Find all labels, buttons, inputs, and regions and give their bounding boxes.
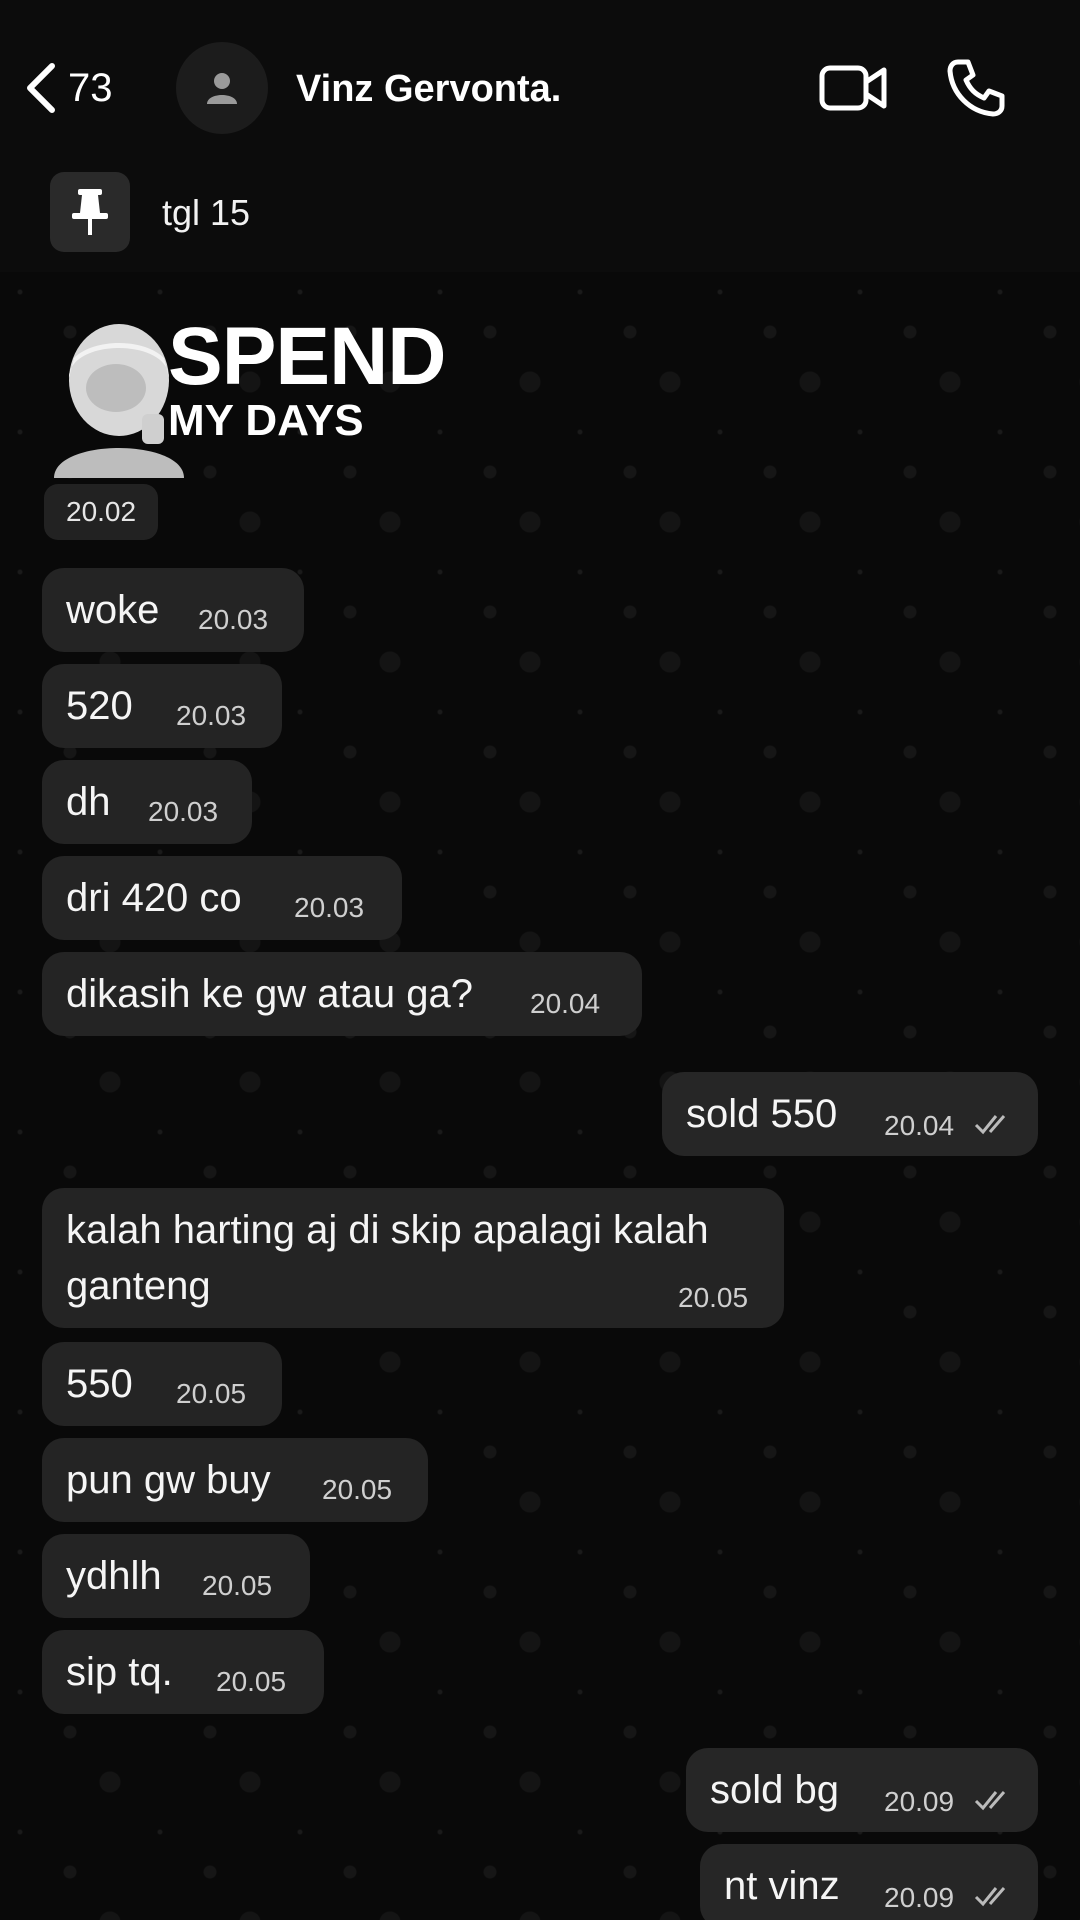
message-text: sold bg — [710, 1768, 839, 1812]
message-time: 20.04 — [530, 988, 601, 1019]
chat-screen: 73 Vinz Gervonta. tgl 15 SPEND MY DAYS 2… — [0, 0, 1080, 1920]
chevron-left-icon — [27, 63, 55, 113]
message-text-line2: ganteng — [66, 1264, 211, 1308]
outgoing-message[interactable]: sold bg 20.09 — [686, 1748, 1038, 1832]
message-time: 20.03 — [148, 796, 219, 827]
message-time: 20.05 — [176, 1378, 247, 1409]
message-list[interactable]: SPEND MY DAYS 20.02 woke 20.03 520 20.03… — [0, 272, 1080, 1920]
message-time: 20.05 — [216, 1666, 287, 1697]
message-text: 550 — [66, 1362, 133, 1406]
incoming-message[interactable]: dikasih ke gw atau ga? 20.04 — [42, 952, 642, 1036]
video-call-button[interactable] — [818, 58, 890, 118]
message-text: woke — [66, 588, 160, 632]
sticker-message[interactable]: SPEND MY DAYS — [44, 310, 484, 478]
voice-call-button[interactable] — [944, 56, 1008, 120]
contact-name[interactable]: Vinz Gervonta. — [296, 68, 561, 111]
sticker-text-line1: SPEND — [168, 311, 447, 402]
message-time: 20.03 — [294, 892, 365, 923]
video-camera-icon — [819, 65, 887, 111]
phone-icon — [947, 59, 1005, 117]
message-text: pun gw buy — [66, 1458, 271, 1502]
message-time: 20.05 — [678, 1282, 749, 1313]
pinned-message-text: tgl 15 — [162, 192, 251, 233]
message-text-line1: kalah harting aj di skip apalagi kalah — [66, 1208, 709, 1252]
incoming-message[interactable]: pun gw buy 20.05 — [42, 1438, 428, 1522]
avatar[interactable] — [176, 42, 268, 134]
incoming-message[interactable]: ydhlh 20.05 — [42, 1534, 310, 1618]
incoming-message[interactable]: 520 20.03 — [42, 664, 282, 748]
incoming-message[interactable]: woke 20.03 — [42, 568, 304, 652]
message-text: dikasih ke gw atau ga? — [66, 972, 473, 1016]
message-time: 20.09 — [884, 1882, 955, 1913]
incoming-message[interactable]: dh 20.03 — [42, 760, 252, 844]
message-time: 20.03 — [198, 604, 269, 635]
message-text: dri 420 co — [66, 876, 242, 920]
message-text: nt vinz — [724, 1864, 840, 1908]
message-text: sip tq. — [66, 1650, 173, 1694]
double-check-icon — [974, 1115, 1006, 1135]
pin-icon — [72, 189, 108, 235]
person-icon — [207, 73, 237, 104]
pin-badge — [50, 172, 130, 252]
unread-count: 73 — [68, 65, 113, 110]
outgoing-message[interactable]: sold 550 20.04 — [662, 1072, 1038, 1156]
double-check-icon — [974, 1791, 1006, 1811]
chat-header: 73 Vinz Gervonta. — [0, 0, 1080, 168]
double-check-icon — [974, 1887, 1006, 1907]
message-time: 20.05 — [202, 1570, 273, 1601]
incoming-message[interactable]: 550 20.05 — [42, 1342, 282, 1426]
message-text: 520 — [66, 684, 133, 728]
incoming-message[interactable]: sip tq. 20.05 — [42, 1630, 324, 1714]
message-time: 20.05 — [322, 1474, 393, 1505]
message-time: 20.09 — [884, 1786, 955, 1817]
incoming-message[interactable]: kalah harting aj di skip apalagi kalah g… — [42, 1188, 784, 1328]
incoming-message[interactable]: dri 420 co 20.03 — [42, 856, 402, 940]
message-text: dh — [66, 780, 111, 824]
message-time: 20.02 — [44, 484, 159, 540]
outgoing-message[interactable]: nt vinz 20.09 — [700, 1844, 1038, 1920]
pinned-message-bar[interactable]: tgl 15 — [0, 168, 1080, 273]
message-time: 20.03 — [176, 700, 247, 731]
back-button[interactable]: 73 — [22, 56, 113, 120]
message-text: sold 550 — [686, 1092, 838, 1136]
message-text: ydhlh — [66, 1554, 162, 1598]
sticker-text-line2: MY DAYS — [168, 396, 364, 445]
message-time: 20.04 — [884, 1110, 955, 1141]
